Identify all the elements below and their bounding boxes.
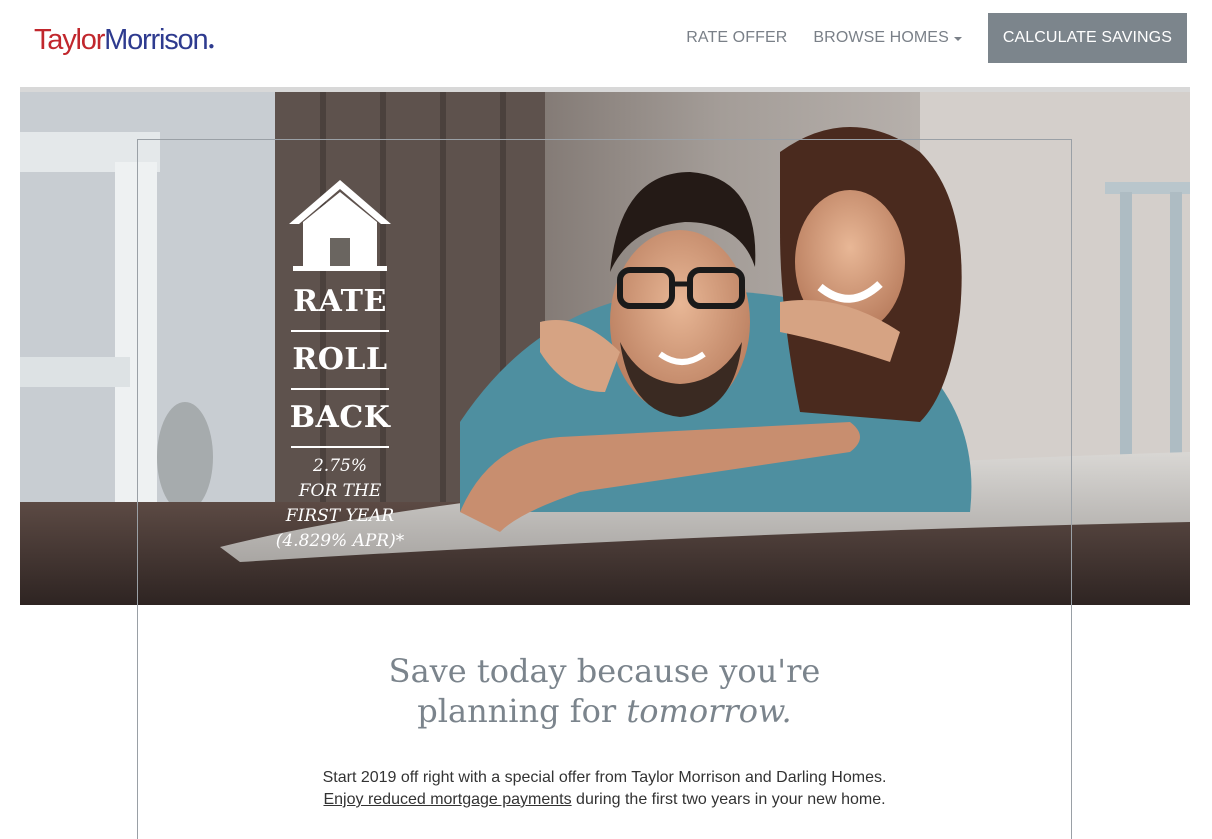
headline-line-2-plain: planning for [417,692,627,730]
calculate-savings-button[interactable]: CALCULATE SAVINGS [987,13,1187,63]
house-icon [289,180,391,271]
reduced-payments-link[interactable]: Enjoy reduced mortgage payments [323,791,571,808]
badge-word-rate: RATE [293,284,387,319]
nav-rate-offer[interactable]: RATE OFFER [686,29,787,47]
badge-word-back: BACK [289,400,391,435]
headline-line-1: Save today because you're [388,652,821,690]
rate-rollback-badge: RATE ROLL BACK 2.75% FOR THE FIRST YEAR … [270,176,410,554]
badge-period-1: FOR THE [298,481,382,501]
caret-down-icon [953,37,962,41]
badge-divider [291,446,389,448]
nav-browse-homes-label: BROWSE HOMES [813,29,949,46]
logo-taylor: Taylor [34,24,105,56]
badge-divider [291,388,389,390]
hero-banner [20,92,1190,605]
badge-word-roll: ROLL [292,342,388,377]
site-header: TaylorMorrison● RATE OFFER BROWSE HOMES … [0,0,1212,88]
intro-line-2: Enjoy reduced mortgage payments during t… [138,789,1071,811]
main-nav: RATE OFFER BROWSE HOMES CALCULATE SAVING… [686,13,1187,63]
taylor-morrison-logo[interactable]: TaylorMorrison● [34,22,214,65]
logo-morrison: Morrison [104,24,208,56]
badge-divider [291,330,389,332]
badge-period-2: FIRST YEAR [285,506,395,526]
couple-lying-on-rug-photo [20,92,1190,605]
badge-rate-details: 2.75% FOR THE FIRST YEAR (4.829% APR)* [270,454,410,554]
page-headline: Save today because you're planning for t… [138,651,1071,731]
nav-browse-homes[interactable]: BROWSE HOMES [813,29,962,47]
headline-line-2-italic: tomorrow. [626,692,792,730]
intro-line-2-rest: during the first two years in your new h… [571,791,886,808]
intro-paragraph: Start 2019 off right with a special offe… [138,767,1071,811]
badge-apr: (4.829% APR)* [275,531,405,551]
headline-line-2: planning for tomorrow. [138,691,1071,731]
logo-dot: ● [208,41,214,52]
intro-line-1: Start 2019 off right with a special offe… [322,769,887,786]
badge-rate: 2.75% [312,456,367,476]
